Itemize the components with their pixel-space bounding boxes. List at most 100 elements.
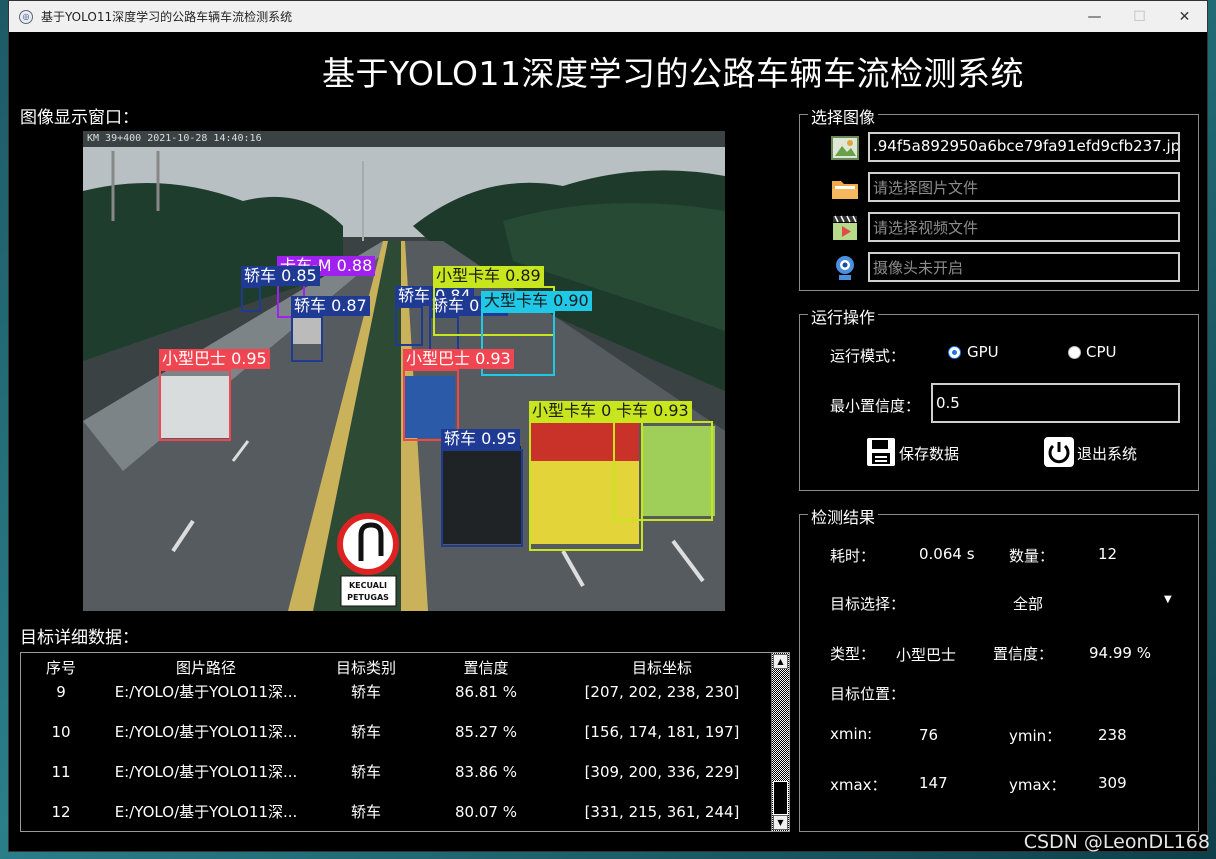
header-coords: 目标坐标 xyxy=(631,659,692,677)
close-button[interactable]: ✕ xyxy=(1162,1,1207,32)
detection-label: 大型卡车 0.90 xyxy=(481,291,592,311)
cell-index: 9 xyxy=(56,683,66,701)
cell-path: E:/YOLO/基于YOLO11深... xyxy=(114,803,298,821)
exit-button[interactable]: 退出系统 xyxy=(1077,443,1137,464)
detection-box xyxy=(441,449,523,547)
cell-coords: [207, 202, 238, 230] xyxy=(584,683,740,701)
xmax-value: 147 xyxy=(919,774,948,792)
header-conf: 置信度 xyxy=(463,659,509,677)
table-row[interactable]: 9 E:/YOLO/基于YOLO11深... 轿车 86.81 % [207, … xyxy=(21,680,773,720)
detection-label: 小型巴士 0.93 xyxy=(403,349,514,369)
scroll-thumb[interactable] xyxy=(773,781,788,815)
cell-class: 轿车 xyxy=(350,683,381,701)
header-path: 图片路径 xyxy=(175,659,236,677)
detection-label: 小型卡车 0.89 xyxy=(433,266,544,286)
save-button[interactable]: 保存数据 xyxy=(899,443,959,464)
table-row[interactable]: 11 E:/YOLO/基于YOLO11深... 轿车 83.86 % [309,… xyxy=(21,760,773,800)
cell-class: 轿车 xyxy=(350,803,381,821)
window-title: 基于YOLO11深度学习的公路车辆车流检测系统 xyxy=(41,10,293,24)
cell-conf: 85.27 % xyxy=(455,723,517,741)
detection-box xyxy=(241,286,261,312)
table-row[interactable]: 10 E:/YOLO/基于YOLO11深... 轿车 85.27 % [156,… xyxy=(21,720,773,760)
target-select-label: 目标选择： xyxy=(830,595,906,613)
cell-index: 12 xyxy=(51,803,71,821)
position-label: 目标位置： xyxy=(830,685,906,703)
image-icon[interactable] xyxy=(830,133,860,163)
video-file-field[interactable]: 请选择视频文件 xyxy=(868,212,1180,242)
power-icon[interactable] xyxy=(1043,436,1075,468)
image-file-field[interactable]: 请选择图片文件 xyxy=(868,172,1180,202)
xmin-value: 76 xyxy=(919,726,939,744)
cell-index: 11 xyxy=(51,763,71,781)
operation-group: 运行操作 运行模式： GPU CPU 最小置信度： 0.5 保存数据 退出系统 xyxy=(799,304,1199,491)
app-icon: ◎ xyxy=(19,9,33,24)
detection-label: 卡车 0.93 xyxy=(613,401,692,421)
count-value: 12 xyxy=(1098,545,1118,563)
ymin-label: ymin： xyxy=(1009,727,1062,745)
header-index: 序号 xyxy=(45,659,76,677)
cell-coords: [331, 215, 361, 244] xyxy=(584,803,740,821)
time-label: 耗时： xyxy=(830,547,876,565)
detection-label: 轿车 0.85 xyxy=(241,266,320,286)
image-timestamp: KM 39+400 2021-10-28 14:40:16 xyxy=(87,133,262,144)
detection-box xyxy=(159,369,231,441)
results-title: 检测结果 xyxy=(808,504,879,528)
target-select-value[interactable]: 全部 xyxy=(1013,593,1043,614)
detection-label: 小型巴士 0.95 xyxy=(159,349,270,369)
min-conf-input[interactable]: 0.5 xyxy=(931,383,1180,423)
operation-title: 运行操作 xyxy=(808,304,879,328)
table-scrollbar[interactable]: ▲ ▼ xyxy=(771,653,789,831)
detection-box xyxy=(613,421,713,521)
camera-icon[interactable] xyxy=(830,253,860,283)
min-conf-label: 最小置信度： xyxy=(830,397,921,415)
road-sign-line2: PETUGAS xyxy=(347,593,389,602)
app-window: ◎ 基于YOLO11深度学习的公路车辆车流检测系统 — ☐ ✕ 基于YOLO11… xyxy=(8,0,1208,852)
maximize-button[interactable]: ☐ xyxy=(1117,1,1162,32)
select-image-title: 选择图像 xyxy=(808,104,879,128)
conf-label: 置信度： xyxy=(993,645,1054,663)
count-label: 数量： xyxy=(1009,547,1055,565)
image-path-field[interactable]: .94f5a892950a6bce79fa91efd9cfb237.jpg xyxy=(868,132,1180,162)
select-image-group: 选择图像 .94f5a892950a6bce79fa91efd9cfb237.j… xyxy=(799,104,1199,291)
save-icon[interactable] xyxy=(865,436,897,468)
page-title: 基于YOLO11深度学习的公路车辆车流检测系统 xyxy=(321,54,1024,93)
folder-icon[interactable] xyxy=(830,173,860,203)
conf-value: 94.99 % xyxy=(1089,644,1151,662)
xmin-label: xmin: xyxy=(830,725,873,743)
gpu-label[interactable]: GPU xyxy=(967,343,999,361)
watermark: CSDN @LeonDL168 xyxy=(1023,831,1210,853)
detection-box xyxy=(395,306,423,346)
detection-box xyxy=(291,316,323,362)
header-class: 目标类别 xyxy=(335,659,396,677)
road-sign-line1: KECUALI xyxy=(349,581,387,590)
type-label: 类型： xyxy=(830,645,876,663)
cell-conf: 83.86 % xyxy=(455,763,517,781)
image-panel-label: 图像显示窗口： xyxy=(20,108,139,128)
cell-path: E:/YOLO/基于YOLO11深... xyxy=(114,723,298,741)
detail-table[interactable]: 序号 图片路径 目标类别 置信度 目标坐标 9 E:/YOLO/基于YOLO11… xyxy=(20,652,790,832)
xmax-label: xmax： xyxy=(830,776,887,794)
cell-coords: [309, 200, 336, 229] xyxy=(584,763,740,781)
type-value: 小型巴士 xyxy=(896,646,957,664)
cell-path: E:/YOLO/基于YOLO11深... xyxy=(114,683,298,701)
dropdown-arrow-icon[interactable]: ▼ xyxy=(1164,594,1172,605)
ymax-value: 309 xyxy=(1098,774,1127,792)
cell-path: E:/YOLO/基于YOLO11深... xyxy=(114,763,298,781)
cpu-radio[interactable] xyxy=(1068,346,1081,359)
scroll-down-icon[interactable]: ▼ xyxy=(773,815,788,830)
camera-field[interactable]: 摄像头未开启 xyxy=(868,252,1180,282)
video-icon[interactable] xyxy=(830,213,860,243)
table-row[interactable]: 12 E:/YOLO/基于YOLO11深... 轿车 80.07 % [331,… xyxy=(21,800,773,840)
results-group: 检测结果 耗时： 0.064 s 数量： 12 目标选择： 全部 ▼ 类型： 小… xyxy=(799,504,1199,832)
gpu-radio[interactable] xyxy=(948,346,961,359)
detection-image: KECUALI PETUGAS KM 39+400 2021-10-28 14:… xyxy=(83,131,725,611)
table-header: 序号 图片路径 目标类别 置信度 目标坐标 xyxy=(21,657,773,677)
mode-label: 运行模式： xyxy=(830,347,906,365)
time-value: 0.064 s xyxy=(919,545,975,563)
scroll-up-icon[interactable]: ▲ xyxy=(773,654,788,669)
cell-class: 轿车 xyxy=(350,723,381,741)
table-label: 目标详细数据： xyxy=(20,628,139,648)
cpu-label[interactable]: CPU xyxy=(1086,343,1117,361)
cell-index: 10 xyxy=(51,723,71,741)
minimize-button[interactable]: — xyxy=(1072,1,1117,32)
